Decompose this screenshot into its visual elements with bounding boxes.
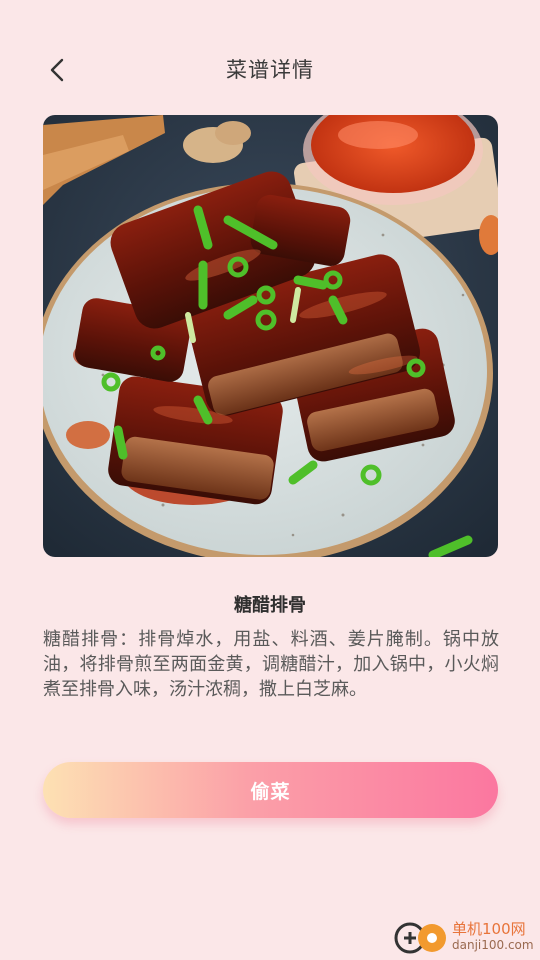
recipe-description: 糖醋排骨：排骨焯水，用盐、料酒、姜片腌制。锅中放油，将排骨煎至两面金黄，调糖醋汁…: [43, 629, 499, 700]
steal-dish-label: 偷菜: [250, 780, 291, 803]
watermark-logo-icon: [394, 922, 446, 954]
page-title: 菜谱详情: [226, 58, 314, 82]
dish-photo: [43, 115, 498, 557]
watermark-url: danji100.com: [452, 938, 534, 952]
header-bar: 菜谱详情: [0, 0, 540, 120]
steal-dish-button[interactable]: 偷菜: [43, 762, 498, 818]
site-watermark: 单机100网 danji100.com: [390, 914, 540, 960]
watermark-brand: 单机100网: [452, 920, 526, 938]
recipe-name: 糖醋排骨: [234, 595, 306, 616]
